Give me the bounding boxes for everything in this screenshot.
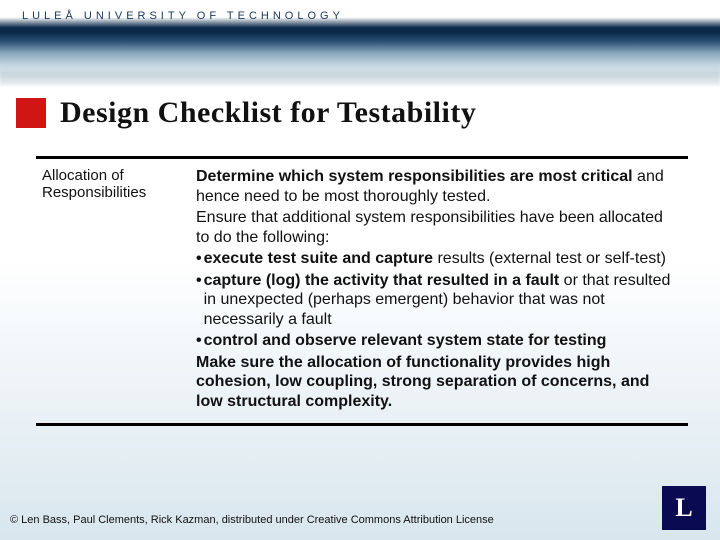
row-header: Allocation of Responsibilities — [36, 159, 186, 423]
paragraph: Ensure that additional system responsibi… — [196, 208, 680, 247]
bullet-text: execute test suite and capture results (… — [204, 249, 666, 269]
text-bold: Determine which system responsibilities … — [196, 168, 633, 185]
university-name: LULEÅ UNIVERSITY OF TECHNOLOGY — [22, 10, 344, 22]
logo-letter: L — [675, 493, 692, 523]
title-row: Design Checklist for Testability — [16, 96, 476, 130]
header-banner: LULEÅ UNIVERSITY OF TECHNOLOGY — [0, 0, 720, 86]
footer-attribution: © Len Bass, Paul Clements, Rick Kazman, … — [10, 514, 494, 526]
row-content: Determine which system responsibilities … — [186, 159, 688, 423]
text-bold: execute test suite and capture — [204, 250, 433, 267]
university-logo: L — [662, 486, 706, 530]
bullet-dot-icon: • — [196, 331, 204, 351]
bullet-dot-icon: • — [196, 271, 204, 330]
paragraph: Determine which system responsibilities … — [196, 167, 680, 206]
paragraph: Make sure the allocation of functionalit… — [196, 353, 680, 412]
slide: LULEÅ UNIVERSITY OF TECHNOLOGY Design Ch… — [0, 0, 720, 540]
text-bold: capture (log) the activity that resulted… — [204, 272, 560, 289]
bullet-item: •execute test suite and capture results … — [196, 249, 680, 269]
bullet-dot-icon: • — [196, 249, 204, 269]
bullet-text: capture (log) the activity that resulted… — [204, 271, 680, 330]
bullet-item: •capture (log) the activity that resulte… — [196, 271, 680, 330]
bullet-item: •control and observe relevant system sta… — [196, 331, 680, 351]
text: results (external test or self-test) — [433, 250, 666, 267]
title-bullet-icon — [16, 98, 46, 128]
bullet-text: control and observe relevant system stat… — [204, 331, 607, 351]
checklist-table: Allocation of Responsibilities Determine… — [36, 156, 688, 426]
slide-title: Design Checklist for Testability — [60, 96, 476, 130]
